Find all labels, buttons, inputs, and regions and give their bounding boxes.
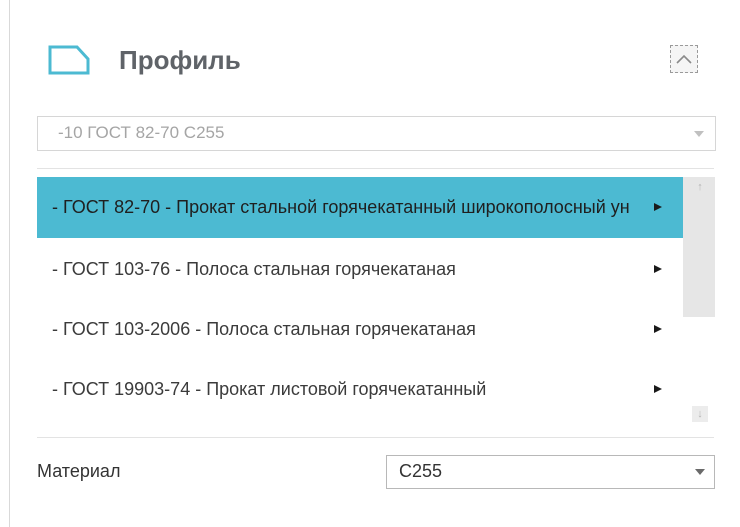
divider	[37, 168, 714, 169]
profile-shape-icon	[48, 45, 90, 75]
list-item-label: - ГОСТ 103-2006 - Полоса стальная горяче…	[52, 319, 476, 339]
scroll-down-icon[interactable]: ↓	[692, 406, 708, 422]
list-item[interactable]: - ГОСТ 82-70 - Прокат стальной горячекат…	[37, 177, 683, 238]
list-item[interactable]: - ГОСТ 19903-74 - Прокат листовой горяче…	[37, 359, 683, 420]
scrollbar-thumb[interactable]	[683, 177, 715, 317]
list-item-label: - ГОСТ 19903-74 - Прокат листовой горяче…	[52, 379, 487, 399]
material-select-value: С255	[399, 461, 443, 481]
list-scrollbar[interactable]: ↑ ↓	[683, 177, 715, 430]
caret-down-icon	[695, 469, 705, 475]
submenu-arrow-icon	[654, 265, 662, 273]
panel-title: Профиль	[119, 45, 241, 75]
chevron-up-icon	[676, 54, 692, 64]
profile-panel: Профиль -10 ГОСТ 82-70 С255 - ГОСТ 82-70…	[0, 0, 740, 527]
material-label: Материал	[37, 461, 121, 481]
submenu-arrow-icon	[654, 385, 662, 393]
divider	[37, 437, 714, 438]
submenu-arrow-icon	[654, 325, 662, 333]
profile-select-value: -10 ГОСТ 82-70 С255	[58, 123, 225, 142]
list-item-label: - ГОСТ 103-76 - Полоса стальная горячека…	[52, 259, 456, 279]
list-item[interactable]: - ГОСТ 103-2006 - Полоса стальная горяче…	[37, 299, 683, 360]
list-item-label: - ГОСТ 82-70 - Прокат стальной горячекат…	[52, 197, 630, 217]
collapse-button[interactable]	[670, 45, 698, 73]
list-item[interactable]: - ГОСТ 103-76 - Полоса стальная горячека…	[37, 239, 683, 300]
caret-down-icon	[694, 131, 704, 137]
scroll-up-icon[interactable]: ↑	[692, 179, 708, 195]
profile-select[interactable]: -10 ГОСТ 82-70 С255	[37, 116, 716, 151]
gost-list: - ГОСТ 82-70 - Прокат стальной горячекат…	[37, 177, 683, 430]
panel-left-border	[9, 0, 10, 527]
submenu-arrow-icon	[654, 203, 662, 211]
material-select[interactable]: С255	[386, 455, 715, 489]
